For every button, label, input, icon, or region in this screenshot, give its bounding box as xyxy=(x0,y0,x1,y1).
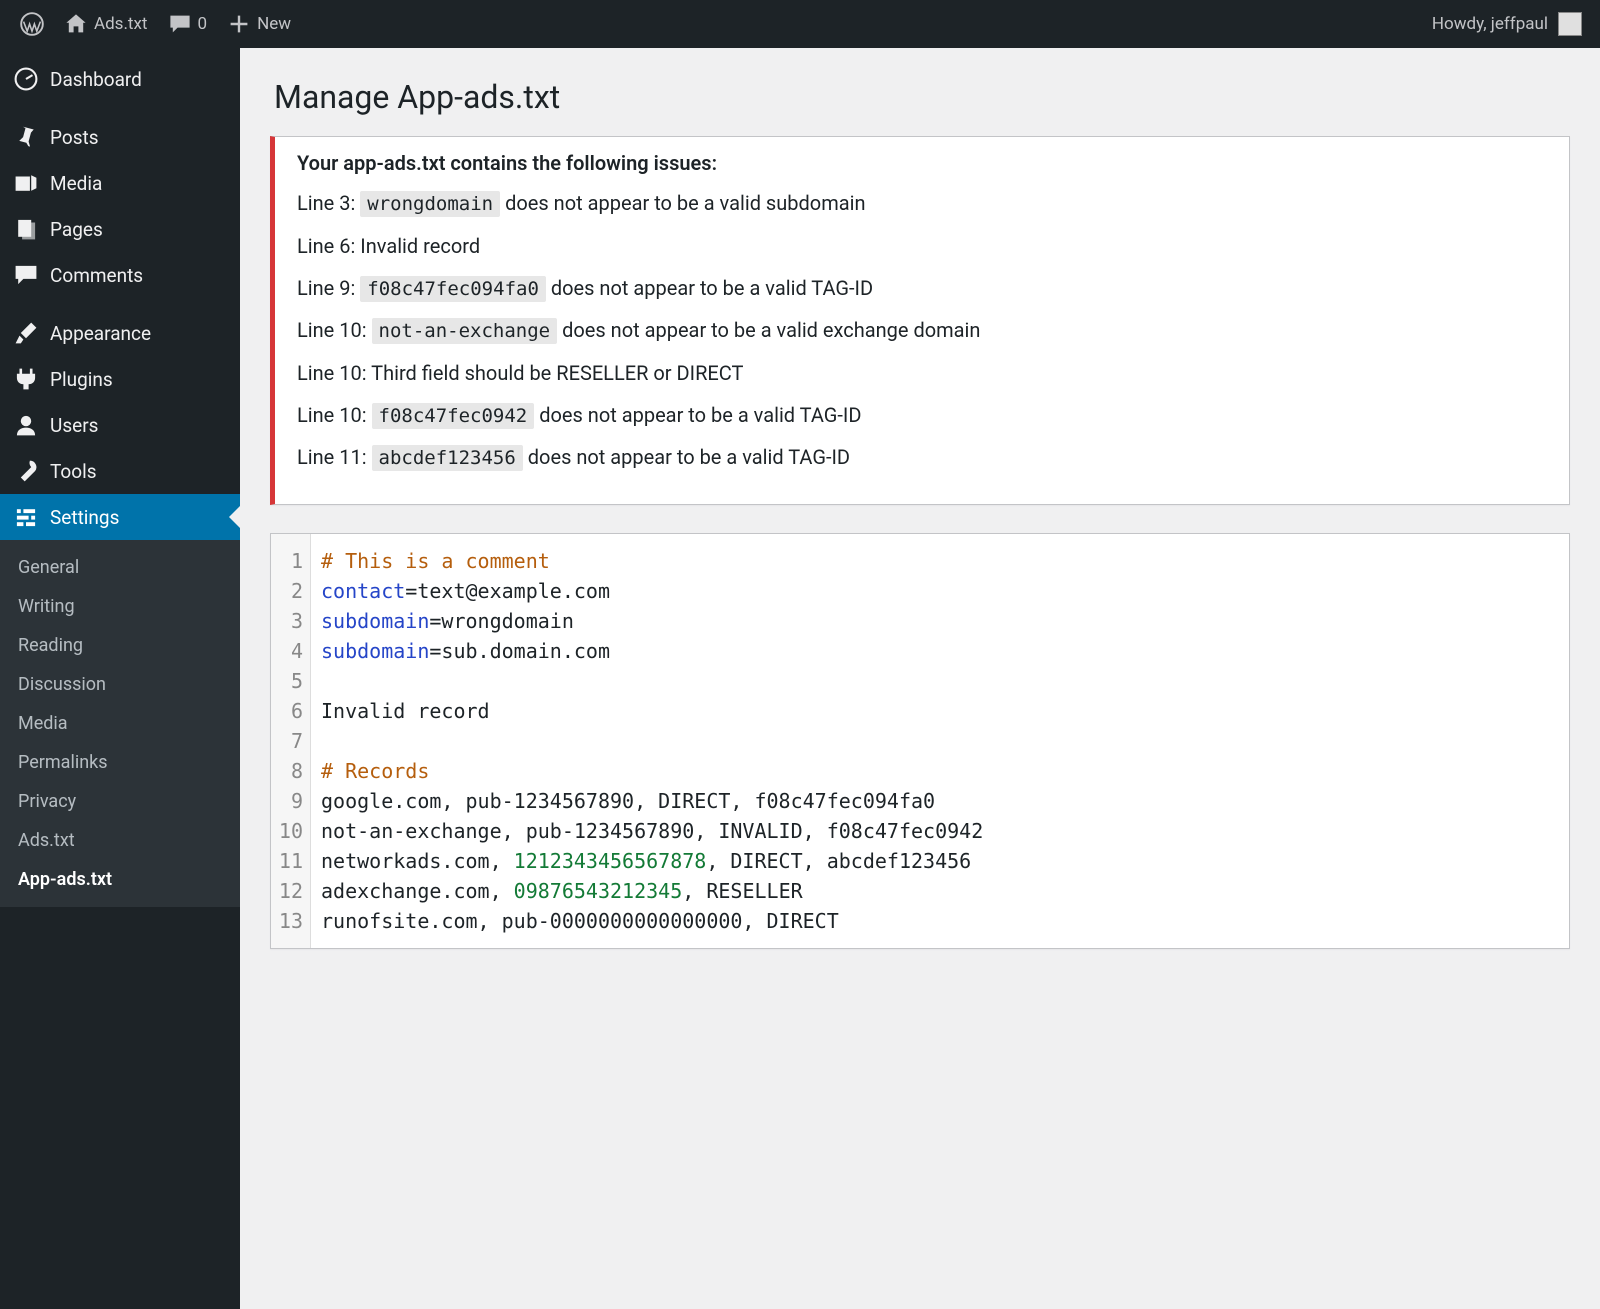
dashboard-icon xyxy=(12,66,40,92)
sidebar-item-label: Plugins xyxy=(50,368,113,391)
issue-row: Line 10: Third field should be RESELLER … xyxy=(297,359,1549,387)
code-line[interactable]: contact=text@example.com xyxy=(321,576,983,606)
sidebar-item-label: Tools xyxy=(50,460,97,483)
plus-icon xyxy=(227,12,251,36)
issue-row: Line 3: wrongdomain does not appear to b… xyxy=(297,189,1549,218)
sidebar-item-media[interactable]: Media xyxy=(0,160,240,206)
sidebar-item-label: Pages xyxy=(50,218,103,241)
sidebar-item-tools[interactable]: Tools xyxy=(0,448,240,494)
code-line[interactable]: google.com, pub-1234567890, DIRECT, f08c… xyxy=(321,786,983,816)
notice-heading: Your app-ads.txt contains the following … xyxy=(297,151,1549,175)
comment-icon xyxy=(12,262,40,288)
issue-row: Line 6: Invalid record xyxy=(297,232,1549,260)
code-line[interactable]: # Records xyxy=(321,756,983,786)
code-line[interactable]: subdomain=sub.domain.com xyxy=(321,636,983,666)
pin-icon xyxy=(12,124,40,150)
code-line[interactable]: runofsite.com, pub-0000000000000000, DIR… xyxy=(321,906,983,936)
home-icon xyxy=(64,12,88,36)
issue-code: f08c47fec0942 xyxy=(372,403,535,429)
issue-row: Line 10: not-an-exchange does not appear… xyxy=(297,316,1549,345)
new-label: New xyxy=(257,14,291,34)
sidebar-item-posts[interactable]: Posts xyxy=(0,114,240,160)
settings-icon xyxy=(12,504,40,530)
line-gutter: 12345678910111213 xyxy=(271,534,311,948)
media-icon xyxy=(12,170,40,196)
code-line[interactable]: adexchange.com, 09876543212345, RESELLER xyxy=(321,876,983,906)
issue-row: Line 9: f08c47fec094fa0 does not appear … xyxy=(297,274,1549,303)
page-title: Manage App-ads.txt xyxy=(274,78,1570,116)
issue-code: not-an-exchange xyxy=(372,318,558,344)
code-line[interactable]: not-an-exchange, pub-1234567890, INVALID… xyxy=(321,816,983,846)
wp-logo-icon[interactable] xyxy=(10,0,54,48)
settings-sub-item[interactable]: Writing xyxy=(0,587,240,626)
sidebar-item-label: Users xyxy=(50,414,98,437)
code-line[interactable]: Invalid record xyxy=(321,696,983,726)
settings-sub-item[interactable]: Reading xyxy=(0,626,240,665)
code-line[interactable]: subdomain=wrongdomain xyxy=(321,606,983,636)
settings-sub-item[interactable]: Media xyxy=(0,704,240,743)
site-name-link[interactable]: Ads.txt xyxy=(54,0,158,48)
avatar xyxy=(1558,12,1582,36)
issue-code: f08c47fec094fa0 xyxy=(360,276,546,302)
sidebar-item-appearance[interactable]: Appearance xyxy=(0,310,240,356)
settings-sub-item[interactable]: Permalinks xyxy=(0,743,240,782)
sidebar-item-settings[interactable]: Settings xyxy=(0,494,240,540)
code-line[interactable]: networkads.com, 1212343456567878, DIRECT… xyxy=(321,846,983,876)
plugin-icon xyxy=(12,366,40,392)
issue-row: Line 11: abcdef123456 does not appear to… xyxy=(297,443,1549,472)
admin-toolbar: Ads.txt 0 New Howdy, jeffpaul xyxy=(0,0,1600,48)
issue-row: Line 10: f08c47fec0942 does not appear t… xyxy=(297,401,1549,430)
issue-code: abcdef123456 xyxy=(372,445,523,471)
settings-submenu: GeneralWritingReadingDiscussionMediaPerm… xyxy=(0,540,240,907)
settings-sub-item[interactable]: Privacy xyxy=(0,782,240,821)
comments-count: 0 xyxy=(198,14,208,34)
brush-icon xyxy=(12,320,40,346)
pages-icon xyxy=(12,216,40,242)
greeting-text: Howdy, jeffpaul xyxy=(1432,14,1558,34)
code-line[interactable] xyxy=(321,726,983,756)
sidebar-item-pages[interactable]: Pages xyxy=(0,206,240,252)
code-line[interactable]: # This is a comment xyxy=(321,546,983,576)
site-name: Ads.txt xyxy=(94,14,148,34)
admin-sidebar: Dashboard Posts Media Pages Comments App… xyxy=(0,48,240,1309)
settings-sub-item[interactable]: Discussion xyxy=(0,665,240,704)
sidebar-item-label: Media xyxy=(50,172,102,195)
account-menu[interactable]: Howdy, jeffpaul xyxy=(1432,12,1590,36)
sidebar-item-users[interactable]: Users xyxy=(0,402,240,448)
sidebar-item-label: Dashboard xyxy=(50,68,142,91)
comments-link[interactable]: 0 xyxy=(158,0,218,48)
sidebar-item-label: Settings xyxy=(50,506,119,529)
wrench-icon xyxy=(12,458,40,484)
error-notice: Your app-ads.txt contains the following … xyxy=(270,136,1570,505)
issues-list: Line 3: wrongdomain does not appear to b… xyxy=(297,189,1549,472)
main-content: Manage App-ads.txt Your app-ads.txt cont… xyxy=(240,48,1600,1309)
issue-code: wrongdomain xyxy=(360,191,500,217)
code-line[interactable] xyxy=(321,666,983,696)
sidebar-item-plugins[interactable]: Plugins xyxy=(0,356,240,402)
settings-sub-item[interactable]: General xyxy=(0,548,240,587)
comment-icon xyxy=(168,12,192,36)
sidebar-item-dashboard[interactable]: Dashboard xyxy=(0,56,240,102)
settings-sub-item[interactable]: App-ads.txt xyxy=(0,860,240,899)
code-editor[interactable]: 12345678910111213 # This is a commentcon… xyxy=(270,533,1570,949)
settings-sub-item[interactable]: Ads.txt xyxy=(0,821,240,860)
sidebar-item-label: Appearance xyxy=(50,322,151,345)
sidebar-item-label: Comments xyxy=(50,264,143,287)
new-content-link[interactable]: New xyxy=(217,0,301,48)
sidebar-item-label: Posts xyxy=(50,126,99,149)
user-icon xyxy=(12,412,40,438)
code-content[interactable]: # This is a commentcontact=text@example.… xyxy=(311,534,993,948)
sidebar-item-comments[interactable]: Comments xyxy=(0,252,240,298)
